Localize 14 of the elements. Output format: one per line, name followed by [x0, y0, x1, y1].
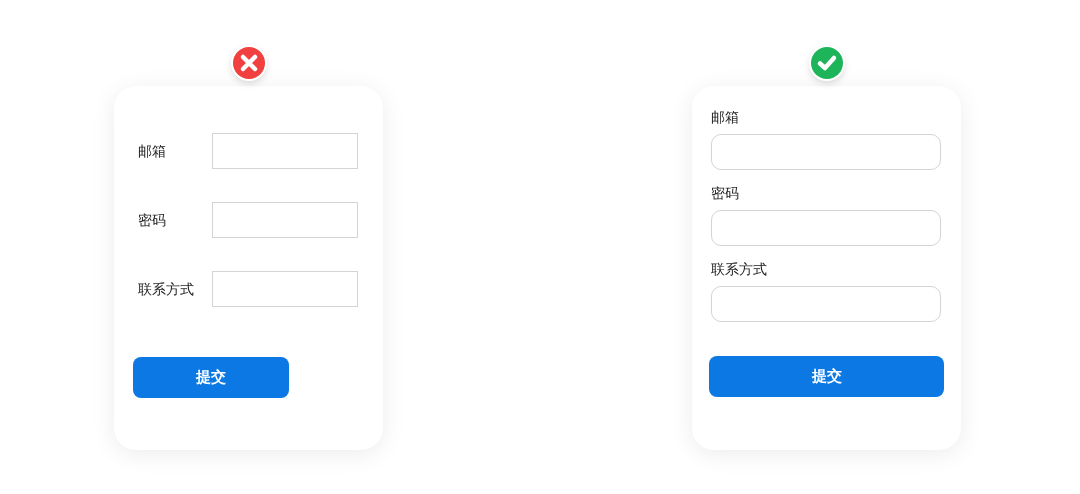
field-label: 密码 — [138, 210, 167, 230]
input-field[interactable] — [212, 271, 358, 307]
input-field[interactable] — [711, 210, 941, 246]
submit-button[interactable]: 提交 — [709, 356, 944, 397]
submit-button[interactable]: 提交 — [133, 357, 289, 398]
field-label: 邮箱 — [711, 108, 740, 126]
field-label: 邮箱 — [138, 141, 167, 161]
field-label: 密码 — [711, 184, 740, 202]
input-field[interactable] — [212, 202, 358, 238]
input-field[interactable] — [711, 286, 941, 322]
field-label: 联系方式 — [711, 260, 768, 278]
input-field[interactable] — [212, 133, 358, 169]
input-field[interactable] — [711, 134, 941, 170]
field-label: 联系方式 — [138, 279, 195, 299]
